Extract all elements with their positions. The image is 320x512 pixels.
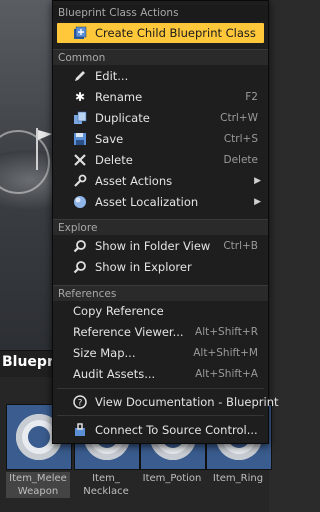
menu-item-label: Connect To Source Control... [95, 423, 258, 437]
menu-item-save[interactable]: Save Ctrl+S [57, 129, 264, 149]
section-header-blueprint-class-actions: Blueprint Class Actions [53, 5, 268, 21]
shortcut-duplicate: Ctrl+W [220, 112, 258, 124]
menu-item-label: Size Map... [73, 346, 136, 360]
section-header-references: References [53, 285, 268, 301]
menu-item-rename[interactable]: ✱ Rename F2 [57, 87, 264, 107]
delete-x-icon [73, 153, 87, 167]
shortcut-show-folder: Ctrl+B [223, 240, 258, 252]
magnifier-icon [73, 239, 87, 253]
menu-item-connect-source-control[interactable]: Connect To Source Control... [57, 420, 264, 440]
menu-item-label: Asset Localization [95, 195, 199, 209]
menu-item-label: Create Child Blueprint Class [95, 26, 256, 40]
context-menu: Blueprint Class Actions Create Child Blu… [52, 0, 279, 444]
shortcut-audit-assets: Alt+Shift+A [195, 368, 258, 380]
submenu-arrow-icon: ▶ [254, 176, 261, 186]
menu-item-label: View Documentation - Blueprint [95, 395, 279, 409]
menu-item-label: Show in Explorer [95, 260, 192, 274]
source-control-icon [73, 423, 87, 437]
menu-item-asset-actions[interactable]: Asset Actions ▶ [57, 171, 264, 191]
help-question-icon: ? [73, 395, 87, 409]
menu-item-label: Save [95, 132, 124, 146]
menu-item-label: Audit Assets... [73, 367, 156, 381]
edit-pencil-icon [73, 69, 87, 83]
menu-item-label: Show in Folder View [95, 239, 211, 253]
save-disk-icon [73, 132, 87, 146]
menu-separator [57, 388, 264, 389]
shortcut-reference-viewer: Alt+Shift+R [195, 326, 258, 338]
globe-icon [73, 195, 87, 209]
menu-item-show-in-folder-view[interactable]: Show in Folder View Ctrl+B [57, 236, 264, 256]
menu-item-view-documentation[interactable]: ? View Documentation - Blueprint [57, 392, 279, 412]
menu-item-copy-reference[interactable]: Copy Reference [57, 301, 264, 321]
asset-name: Item_Potion [142, 473, 202, 484]
shortcut-rename: F2 [245, 91, 258, 103]
rename-asterisk-icon: ✱ [74, 90, 86, 104]
player-start-flag-pole [36, 128, 38, 170]
menu-item-label: Duplicate [95, 111, 150, 125]
menu-separator [57, 415, 264, 416]
menu-item-create-child-blueprint-class[interactable]: Create Child Blueprint Class [57, 23, 264, 43]
menu-item-label: Edit... [95, 69, 129, 83]
menu-item-edit[interactable]: Edit... [57, 66, 264, 86]
wrench-icon [73, 174, 87, 188]
submenu-arrow-icon: ▶ [254, 197, 261, 207]
menu-item-label: Reference Viewer... [73, 325, 184, 339]
menu-item-label: Delete [95, 153, 133, 167]
menu-item-reference-viewer[interactable]: Reference Viewer... Alt+Shift+R [57, 322, 264, 342]
menu-item-asset-localization[interactable]: Asset Localization ▶ [57, 192, 264, 212]
create-blueprint-icon [73, 26, 87, 40]
menu-item-delete[interactable]: Delete Delete [57, 150, 264, 170]
menu-item-show-in-explorer[interactable]: Show in Explorer [57, 257, 264, 277]
asset-name: Item_Ring [212, 473, 264, 484]
section-header-common: Common [53, 49, 268, 65]
svg-text:?: ? [78, 399, 83, 409]
menu-item-size-map[interactable]: Size Map... Alt+Shift+M [57, 343, 264, 363]
asset-name: Item_ Necklace [83, 473, 129, 497]
asset-name: Item_Melee Weapon [6, 472, 70, 498]
menu-item-audit-assets[interactable]: Audit Assets... Alt+Shift+A [57, 364, 264, 384]
shortcut-delete: Delete [223, 154, 259, 166]
shortcut-save: Ctrl+S [223, 133, 258, 145]
menu-item-label: Rename [95, 90, 143, 104]
menu-item-duplicate[interactable]: Duplicate Ctrl+W [57, 108, 264, 128]
menu-item-label: Copy Reference [73, 304, 164, 318]
duplicate-icon [73, 111, 87, 125]
magnifier-icon [73, 260, 87, 274]
section-header-explore: Explore [53, 219, 268, 235]
player-start-flag-icon [38, 130, 52, 140]
menu-item-label: Asset Actions [95, 174, 173, 188]
shortcut-size-map: Alt+Shift+M [193, 347, 258, 359]
